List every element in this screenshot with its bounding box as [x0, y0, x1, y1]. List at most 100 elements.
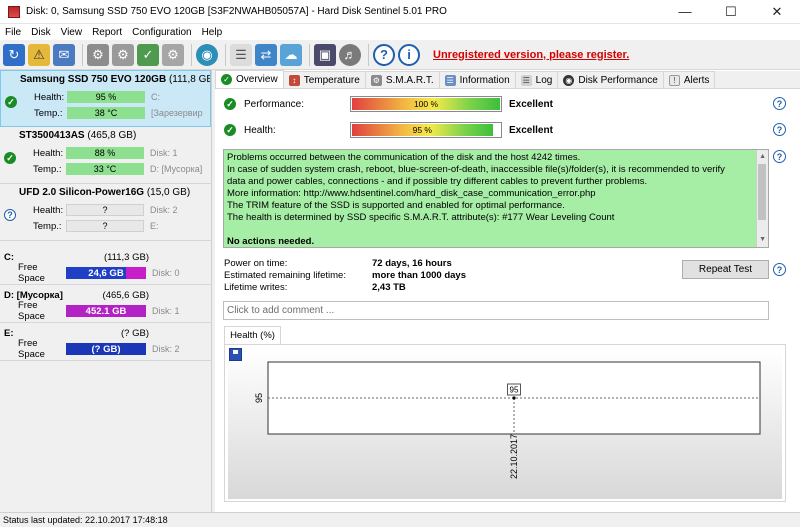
scroll-thumb[interactable] — [758, 164, 766, 220]
status-ok-icon: ✓ — [224, 98, 236, 110]
status-ok-icon: ✓ — [4, 152, 16, 164]
tab-overview[interactable]: ✓ Overview — [215, 70, 284, 88]
network-icon[interactable]: ☁ — [280, 43, 302, 66]
menu-help[interactable]: Help — [197, 27, 228, 38]
help-icon[interactable]: ? — [773, 123, 786, 136]
repeat-test-button[interactable]: Repeat Test — [682, 260, 769, 279]
x-tick-label: 22.10.2017 — [509, 434, 519, 479]
close-button[interactable]: ✕ — [754, 0, 800, 24]
disk-test-icon[interactable]: ⚙ — [112, 43, 134, 66]
speaker-icon[interactable]: ♬ — [339, 43, 361, 66]
comment-field[interactable]: Click to add comment ... — [223, 301, 769, 320]
volume-disk-label: Disk: 0 — [152, 268, 180, 278]
app-icon — [8, 5, 20, 18]
temp-bar: 38 °C — [67, 107, 145, 119]
menu-report[interactable]: Report — [87, 27, 127, 38]
disk-volume-label: [Зарезервир — [151, 108, 203, 118]
report-icon[interactable]: ✉ — [53, 43, 75, 66]
document-icon[interactable]: ☰ — [230, 43, 252, 66]
unregistered-link[interactable]: Unregistered version, please register. — [433, 49, 629, 61]
status-ok-icon: ✓ — [224, 124, 236, 136]
toolbar-separator — [225, 43, 226, 66]
lifetime-value: more than 1000 days — [372, 270, 466, 281]
tab-temperature[interactable]: ↕ Temperature — [282, 71, 366, 88]
volume-item[interactable]: D: [Мусорка] (465,6 GB) Free Space 452.1 G… — [0, 285, 211, 323]
performance-row: ✓ Performance: 100 % Excellent — [224, 95, 553, 113]
disk-tool-icon[interactable]: ⚙ — [87, 43, 109, 66]
help-icon[interactable]: ? — [773, 150, 786, 163]
health-fill: 95 % — [352, 124, 493, 136]
alert-icon[interactable]: ⚠ — [28, 43, 50, 66]
description-scrollbar[interactable]: ▲ ▼ — [756, 150, 768, 247]
description-line: The TRIM feature of the SSD is supported… — [227, 200, 565, 211]
disk-item[interactable]: ST3500413AS (465,8 GB) ✓ Health: 88 % Disk… — [0, 127, 211, 184]
info-icon[interactable]: i — [398, 43, 420, 66]
disk-settings-icon[interactable]: ⚙ — [162, 43, 184, 66]
free-space-bar: (? GB) — [66, 343, 146, 355]
tab-smart[interactable]: ⚙ S.M.A.R.T. — [364, 71, 440, 88]
sync-icon[interactable]: ⇄ — [255, 43, 277, 66]
description-line: data and power cables, connections - and… — [227, 176, 648, 187]
free-space-label: Free Space — [18, 262, 45, 284]
disk-volume-label: Disk: 2 — [150, 205, 178, 215]
y-tick-label: 95 — [254, 393, 264, 403]
gauge-icon: ◉ — [563, 74, 575, 86]
scroll-down-icon[interactable]: ▼ — [759, 234, 766, 246]
menu-file[interactable]: File — [0, 27, 26, 38]
data-point-label: 95 — [510, 386, 519, 395]
volume-letter: D: [Мусорка] — [4, 289, 63, 301]
free-space-bar: 452.1 GB — [66, 305, 146, 317]
volume-letter: C: — [4, 251, 15, 263]
disk-item[interactable]: UFD 2.0 Silicon-Power16G (15,0 GB) ? Hea… — [0, 184, 211, 241]
globe-icon[interactable]: ◉ — [196, 43, 218, 66]
health-chart-panel: Health (%) 95 22.10.2017 95 — [224, 326, 786, 502]
health-chart: 95 22.10.2017 95 — [254, 361, 761, 479]
status-unknown-icon: ? — [4, 209, 16, 221]
tab-health-chart[interactable]: Health (%) — [224, 326, 281, 344]
menu-configuration[interactable]: Configuration — [127, 27, 196, 38]
volume-item[interactable]: E: (? GB) Free Space (? GB) Disk: 2 — [0, 323, 211, 361]
disk-title: ST3500413AS (465,8 GB) — [19, 130, 137, 141]
scroll-up-icon[interactable]: ▲ — [759, 151, 766, 163]
refresh-icon[interactable]: ↻ — [3, 43, 25, 66]
writes-value: 2,43 TB — [372, 282, 406, 293]
writes-row: Lifetime writes: 2,43 TB — [224, 281, 406, 294]
help-icon[interactable]: ? — [773, 97, 786, 110]
status-ok-icon: ✓ — [5, 96, 17, 108]
health-bar: 95 % — [67, 91, 145, 103]
title-bar: Disk: 0, Samsung SSD 750 EVO 120GB [S3F2… — [0, 0, 800, 24]
status-bar: Status last updated: 22.10.2017 17:48:18 — [0, 512, 800, 527]
disk-volume-label: C: — [151, 92, 160, 102]
log-icon: ☰ — [520, 74, 532, 86]
health-row: ✓ Health: 95 % Excellent — [224, 121, 553, 139]
chart-frame: 95 22.10.2017 95 — [224, 344, 786, 502]
thermometer-icon: ↕ — [288, 74, 300, 86]
toolbar: ↻ ⚠ ✉ ⚙ ⚙ ✓ ⚙ ◉ ☰ ⇄ ☁ ▣ ♬ ? i Unregister… — [0, 40, 800, 70]
tab-disk-performance[interactable]: ◉ Disk Performance — [557, 71, 664, 88]
disk-volume-label: E: — [150, 221, 159, 231]
window-title: Disk: 0, Samsung SSD 750 EVO 120GB [S3F2… — [26, 6, 447, 17]
monitor-icon[interactable]: ▣ — [314, 43, 336, 66]
tab-information[interactable]: ☰ Information — [438, 71, 516, 88]
tab-log[interactable]: ☰ Log — [514, 71, 559, 88]
help-icon[interactable]: ? — [773, 263, 786, 276]
performance-fill: 100 % — [352, 98, 500, 110]
volume-size: (465,6 GB) — [102, 289, 149, 301]
tab-alerts[interactable]: ! Alerts — [662, 71, 716, 88]
volume-item[interactable]: C: (111,3 GB) Free Space 24,6 GB Disk: 0 — [0, 247, 211, 285]
writes-label: Lifetime writes: — [224, 282, 288, 293]
volume-letter: E: — [4, 327, 14, 339]
menu-disk[interactable]: Disk — [26, 27, 55, 38]
disk-ok-icon[interactable]: ✓ — [137, 43, 159, 66]
menu-view[interactable]: View — [56, 27, 88, 38]
lifetime-label: Estimated remaining lifetime: — [224, 270, 346, 281]
maximize-button[interactable]: ☐ — [708, 0, 754, 24]
disk-item[interactable]: Samsung SSD 750 EVO 120GB (111,8 GB) D ✓… — [0, 70, 211, 127]
minimize-button[interactable]: — — [662, 0, 708, 24]
description-line: The health is determined by SSD specific… — [227, 212, 615, 223]
temp-bar: ? — [66, 220, 144, 232]
data-point — [512, 396, 516, 400]
help-icon[interactable]: ? — [373, 43, 395, 66]
disk-list-panel: Samsung SSD 750 EVO 120GB (111,8 GB) D ✓… — [0, 70, 212, 512]
smart-icon: ⚙ — [370, 74, 382, 86]
